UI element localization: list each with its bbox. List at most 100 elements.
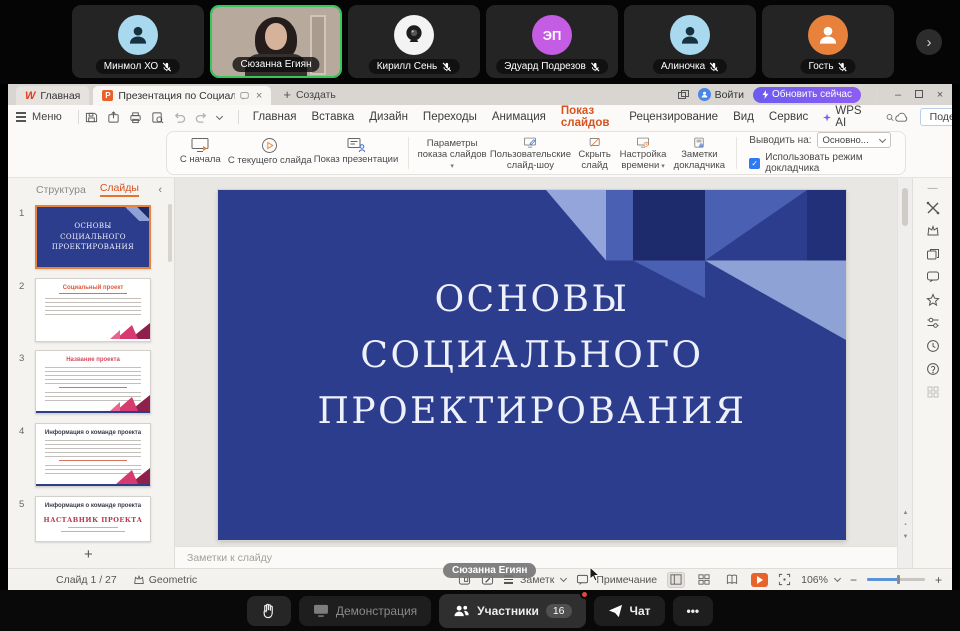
slide-thumbnail-3[interactable]: Название проекта [35, 350, 151, 414]
thumbnail-title: Информация о команде проекта [36, 430, 150, 436]
person-icon [125, 22, 151, 48]
tab-outline[interactable]: Структура [36, 184, 86, 196]
zoom-slider[interactable] [867, 578, 925, 581]
notes-area[interactable]: Заметки к слайду [175, 546, 897, 568]
close-tab-icon[interactable]: × [256, 90, 262, 102]
next-slide-icon[interactable]: ▼ [903, 534, 909, 540]
menu-button[interactable]: Меню [32, 111, 62, 123]
menu-item-home[interactable]: Главная [253, 108, 297, 126]
side-icon-rail: — [912, 178, 952, 568]
star-icon[interactable] [926, 293, 940, 307]
custom-slideshow-button[interactable]: Пользовательские слайд-шоу [487, 134, 573, 172]
rehearse-timings-button[interactable]: Настройка времени [616, 134, 671, 172]
normal-view-button[interactable] [667, 572, 685, 588]
add-slide-button[interactable]: + [84, 546, 93, 563]
play-circle-icon [261, 137, 278, 154]
prev-slide-icon[interactable]: ▲ [903, 510, 909, 516]
slide-thumbnail-1[interactable]: ОСНОВЫ СОЦИАЛЬНОГО ПРОЕКТИРОВАНИЯ [35, 205, 151, 269]
presenter-mode-checkbox-row[interactable]: ✓ Использовать режим докладчика [749, 152, 899, 174]
panel-scrollbar[interactable] [168, 204, 172, 262]
participant-tile[interactable]: Минмол ХО [72, 5, 204, 78]
participant-tile[interactable]: Гость [762, 5, 894, 78]
update-now-button[interactable]: Обновить сейчас [753, 87, 861, 103]
history-icon[interactable] [926, 339, 940, 353]
menu-item-insert[interactable]: Вставка [312, 108, 355, 126]
participants-button[interactable]: Участники 16 [439, 594, 585, 628]
current-slide[interactable]: ОСНОВЫ СОЦИАЛЬНОГО ПРОЕКТИРОВАНИЯ [218, 190, 846, 540]
menu-item-animation[interactable]: Анимация [492, 108, 546, 126]
theme-button[interactable]: Geometric [133, 574, 197, 586]
quick-access-dropdown-icon[interactable] [216, 112, 223, 119]
close-window-button[interactable]: × [934, 89, 946, 101]
tab-slides[interactable]: Слайды [100, 182, 139, 197]
show-presentation-button[interactable]: Показ презентации [312, 134, 400, 172]
slide-thumbnail-5[interactable]: Информация о команде проекта НАСТАВНИК П… [35, 496, 151, 542]
tab-document[interactable]: P Презентация по Социальн × [93, 86, 271, 105]
output-monitor-select[interactable]: Основно... [817, 132, 891, 148]
raise-hand-button[interactable] [247, 596, 291, 626]
apps-grid-icon[interactable] [926, 385, 940, 399]
login-button[interactable]: Войти [698, 88, 744, 101]
minimize-button[interactable]: – [892, 89, 904, 101]
scroll-split-icon[interactable]: ▪ [904, 522, 906, 528]
menu-item-view[interactable]: Вид [733, 108, 754, 126]
zoom-out-button[interactable]: − [850, 573, 857, 587]
participant-tile[interactable]: Кирилл Сень [348, 5, 480, 78]
print-preview-icon[interactable] [151, 111, 164, 124]
settings-sliders-icon[interactable] [926, 316, 940, 330]
participants-label: Участники [477, 604, 539, 618]
menu-item-tools[interactable]: Сервис [769, 108, 808, 126]
more-options-button[interactable]: ••• [673, 596, 714, 626]
tab-home[interactable]: W Главная [16, 86, 89, 105]
save-icon[interactable] [85, 111, 98, 124]
layers-icon[interactable] [926, 247, 940, 261]
slide-thumbnail-4[interactable]: Информация о команде проекта [35, 423, 151, 487]
slideshow-play-button[interactable] [751, 573, 768, 587]
next-participants-button[interactable]: › [916, 29, 942, 55]
reading-view-button[interactable] [723, 572, 741, 588]
help-icon[interactable] [926, 362, 940, 376]
menu-item-wps-ai[interactable]: WPS AI [823, 102, 864, 132]
zoom-in-button[interactable]: + [935, 573, 942, 587]
notes-placeholder: Заметки к слайду [187, 552, 272, 564]
mic-muted-icon [162, 62, 172, 72]
export-icon[interactable] [107, 111, 120, 124]
screen-share-button[interactable]: Демонстрация [299, 596, 431, 626]
speaker-notes-button[interactable]: Заметки докладчика [670, 134, 728, 172]
participant-tile-active-speaker[interactable]: Сюзанна Егиян [210, 5, 342, 78]
batch-tools-icon[interactable] [926, 201, 940, 215]
from-beginning-button[interactable]: С начала [173, 134, 228, 172]
participant-tile[interactable]: Алиночка [624, 5, 756, 78]
menu-item-transitions[interactable]: Переходы [423, 108, 477, 126]
chat-button[interactable]: Чат [594, 596, 665, 626]
paper-plane-icon [608, 604, 623, 618]
fit-slide-icon[interactable] [778, 573, 791, 586]
zoom-level-button[interactable]: 106% [801, 574, 840, 586]
participant-tile[interactable]: ЭП Эдуард Подрезов [486, 5, 618, 78]
menu-item-review[interactable]: Рецензирование [629, 108, 718, 126]
menu-item-design[interactable]: Дизайн [369, 108, 408, 126]
scrollbar-thumb[interactable] [902, 188, 908, 226]
print-icon[interactable] [129, 111, 142, 124]
thumbnail-title: Название проекта [36, 357, 150, 363]
share-button[interactable]: Поделиться [920, 108, 952, 126]
menu-item-slideshow-active[interactable]: Показ слайдов [561, 102, 614, 132]
restore-button[interactable] [913, 89, 925, 101]
windows-switch-icon[interactable] [678, 90, 689, 100]
cloud-sync-icon[interactable] [894, 112, 909, 123]
slide-thumbnail-2[interactable]: Социальный проект [35, 278, 151, 342]
comment-icon[interactable] [926, 270, 940, 284]
collapse-panel-icon[interactable]: ‹ [158, 184, 162, 196]
redo-icon[interactable] [195, 111, 208, 124]
hide-slide-button[interactable]: Скрыть слайд [574, 134, 616, 172]
from-current-slide-button[interactable]: С текущего слайда [228, 134, 312, 172]
undo-icon[interactable] [173, 111, 186, 124]
search-icon[interactable] [886, 111, 894, 124]
theme-icon[interactable] [926, 224, 940, 238]
checkbox-checked-icon[interactable]: ✓ [749, 158, 760, 169]
slide-sorter-view-button[interactable] [695, 572, 713, 588]
slideshow-options-button[interactable]: Параметры показа слайдов [417, 134, 487, 172]
zoom-slider-knob[interactable] [897, 575, 900, 584]
canvas-scrollbar[interactable]: ▲ ▪ ▼ [897, 178, 912, 568]
slide-title: ОСНОВЫ СОЦИАЛЬНОГО ПРОЕКТИРОВАНИЯ [218, 272, 846, 439]
